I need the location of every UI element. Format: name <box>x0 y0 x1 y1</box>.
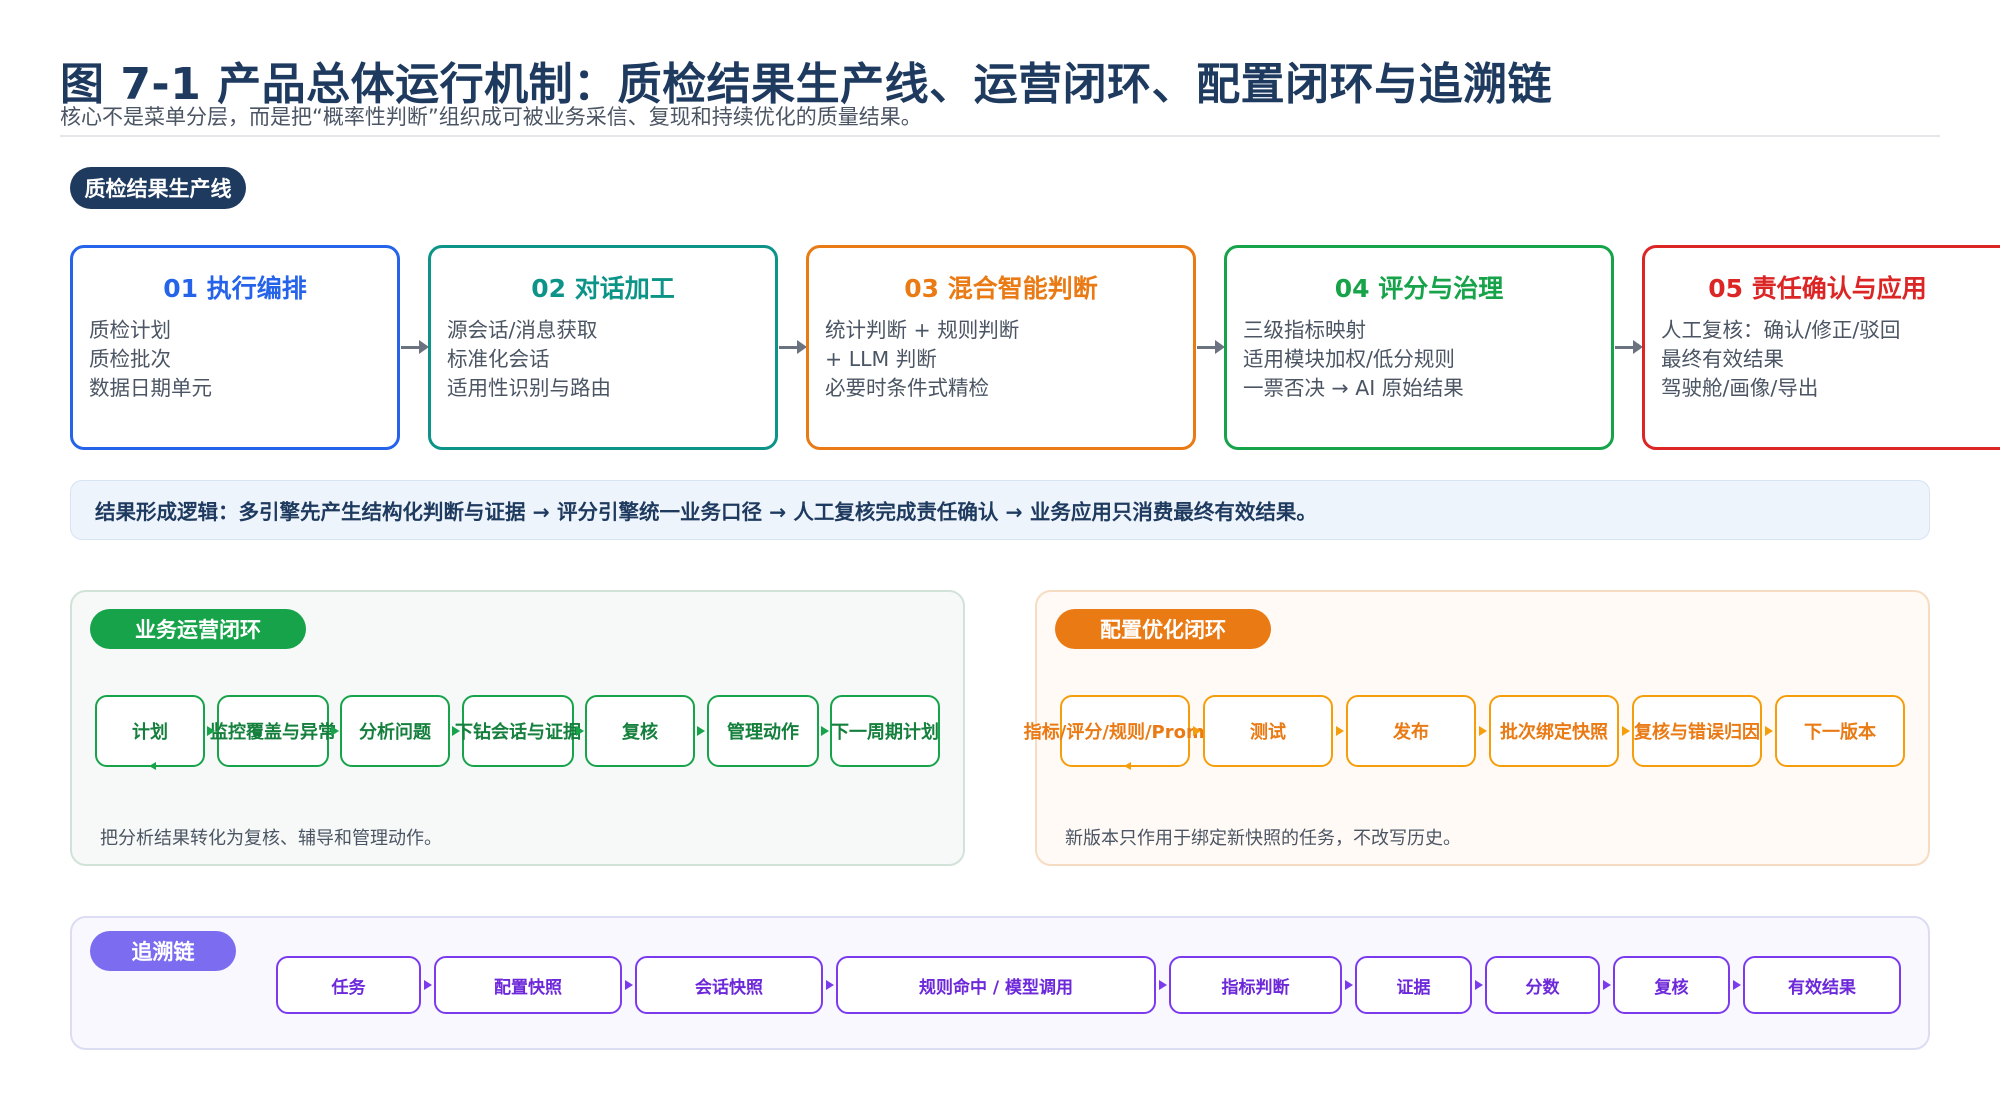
flow-arrow-icon <box>779 340 807 354</box>
config-loop-label: 配置优化闭环 <box>1055 609 1271 649</box>
arrow-icon <box>826 980 834 990</box>
arrow-icon <box>1159 980 1167 990</box>
arrow-icon <box>625 980 633 990</box>
arrow-icon <box>1475 980 1483 990</box>
ops-node-next-plan: 下一周期计划 <box>830 695 940 767</box>
pipeline-stage-responsibility: 05 责任确认与应用 人工复核：确认/修正/驳回 最终有效结果 驾驶舱/画像/导… <box>1642 245 2000 450</box>
stage-line: 最终有效结果 <box>1661 347 1784 371</box>
arrow-icon <box>331 726 339 736</box>
trace-chain-label: 追溯链 <box>90 931 236 971</box>
stage-line: 驾驶舱/画像/导出 <box>1661 376 1819 400</box>
stage-line: 质检计划 <box>89 318 171 342</box>
trace-node-session-snapshot: 会话快照 <box>635 956 823 1014</box>
pipeline-stage-hybrid-judgment: 03 混合智能判断 统计判断 + 规则判断 + LLM 判断 必要时条件式精检 <box>806 245 1196 450</box>
arrow-icon <box>452 726 460 736</box>
arrow-icon <box>1479 726 1487 736</box>
stage-line: 标准化会话 <box>447 347 550 371</box>
ops-node-review: 复核 <box>585 695 695 767</box>
stage-line: 源会话/消息获取 <box>447 318 598 342</box>
stage-line: 适用性识别与路由 <box>447 376 611 400</box>
stage-line: 三级指标映射 <box>1243 318 1366 342</box>
arrow-icon <box>1765 726 1773 736</box>
ops-node-drilldown: 下钻会话与证据 <box>455 695 581 767</box>
loop-back-arrow-icon <box>1124 762 1131 770</box>
stage-line: 数据日期单元 <box>89 376 212 400</box>
arrow-icon <box>697 726 705 736</box>
arrow-icon <box>1336 726 1344 736</box>
pipeline-section-label: 质检结果生产线 <box>70 167 246 209</box>
ops-node-plan: 计划 <box>95 695 205 767</box>
pipeline-stage-scoring: 04 评分与治理 三级指标映射 适用模块加权/低分规则 一票否决 → AI 原始… <box>1224 245 1614 450</box>
trace-node-task: 任务 <box>276 956 421 1014</box>
result-logic-banner: 结果形成逻辑：多引擎先产生结构化判断与证据 → 评分引擎统一业务口径 → 人工复… <box>70 480 1930 540</box>
stage-title: 01 执行编排 <box>163 274 307 303</box>
ops-loop-label: 业务运营闭环 <box>90 609 306 649</box>
config-node-next-version: 下一版本 <box>1775 695 1905 767</box>
config-node-snapshot: 批次绑定快照 <box>1489 695 1619 767</box>
stage-title: 02 对话加工 <box>531 274 675 303</box>
trace-node-score: 分数 <box>1485 956 1600 1014</box>
arrow-icon <box>821 726 829 736</box>
config-node-test: 测试 <box>1203 695 1333 767</box>
header-divider <box>60 135 1940 137</box>
arrow-icon <box>1622 726 1630 736</box>
config-node-attribution: 复核与错误归因 <box>1632 695 1762 767</box>
ops-node-monitor: 监控覆盖与异常 <box>210 695 336 767</box>
stage-line: 人工复核：确认/修正/驳回 <box>1661 318 1901 342</box>
arrow-icon <box>1603 980 1611 990</box>
arrow-icon <box>1345 980 1353 990</box>
flow-arrow-icon <box>1615 340 1643 354</box>
trace-node-review: 复核 <box>1613 956 1730 1014</box>
trace-node-evidence: 证据 <box>1355 956 1472 1014</box>
stage-line: + LLM 判断 <box>825 347 937 371</box>
config-loop-note: 新版本只作用于绑定新快照的任务，不改写历史。 <box>1065 828 1461 849</box>
arrow-icon <box>424 980 432 990</box>
arrow-icon <box>576 726 584 736</box>
stage-title: 03 混合智能判断 <box>904 274 1098 303</box>
trace-node-config-snapshot: 配置快照 <box>434 956 622 1014</box>
trace-node-rule-hit: 规则命中 / 模型调用 <box>836 956 1156 1014</box>
pipeline-stage-dialogue: 02 对话加工 源会话/消息获取 标准化会话 适用性识别与路由 <box>428 245 778 450</box>
ops-node-action: 管理动作 <box>707 695 819 767</box>
stage-line: 统计判断 + 规则判断 <box>825 318 1020 342</box>
config-node-metrics: 指标/评分/规则/Prompt <box>1024 695 1226 767</box>
page-subtitle: 核心不是菜单分层，而是把“概率性判断”组织成可被业务采信、复现和持续优化的质量结… <box>60 105 922 129</box>
stage-line: 适用模块加权/低分规则 <box>1243 347 1455 371</box>
flow-arrow-icon <box>401 340 429 354</box>
stage-line: 质检批次 <box>89 347 171 371</box>
flow-arrow-icon <box>1197 340 1225 354</box>
arrow-icon <box>1193 726 1201 736</box>
stage-title: 04 评分与治理 <box>1334 274 1504 303</box>
trace-node-valid-result: 有效结果 <box>1743 956 1901 1014</box>
config-node-release: 发布 <box>1346 695 1476 767</box>
stage-line: 一票否决 → AI 原始结果 <box>1243 376 1464 400</box>
ops-node-analyze: 分析问题 <box>340 695 450 767</box>
pipeline-stage-execution: 01 执行编排 质检计划 质检批次 数据日期单元 <box>70 245 400 450</box>
loop-back-arrow-icon <box>149 762 156 770</box>
arrow-icon <box>207 726 215 736</box>
arrow-icon <box>1733 980 1741 990</box>
ops-loop-note: 把分析结果转化为复核、辅导和管理动作。 <box>100 828 442 849</box>
stage-title: 05 责任确认与应用 <box>1708 274 1927 303</box>
trace-node-metric-judgment: 指标判断 <box>1169 956 1342 1014</box>
stage-line: 必要时条件式精检 <box>825 376 989 400</box>
